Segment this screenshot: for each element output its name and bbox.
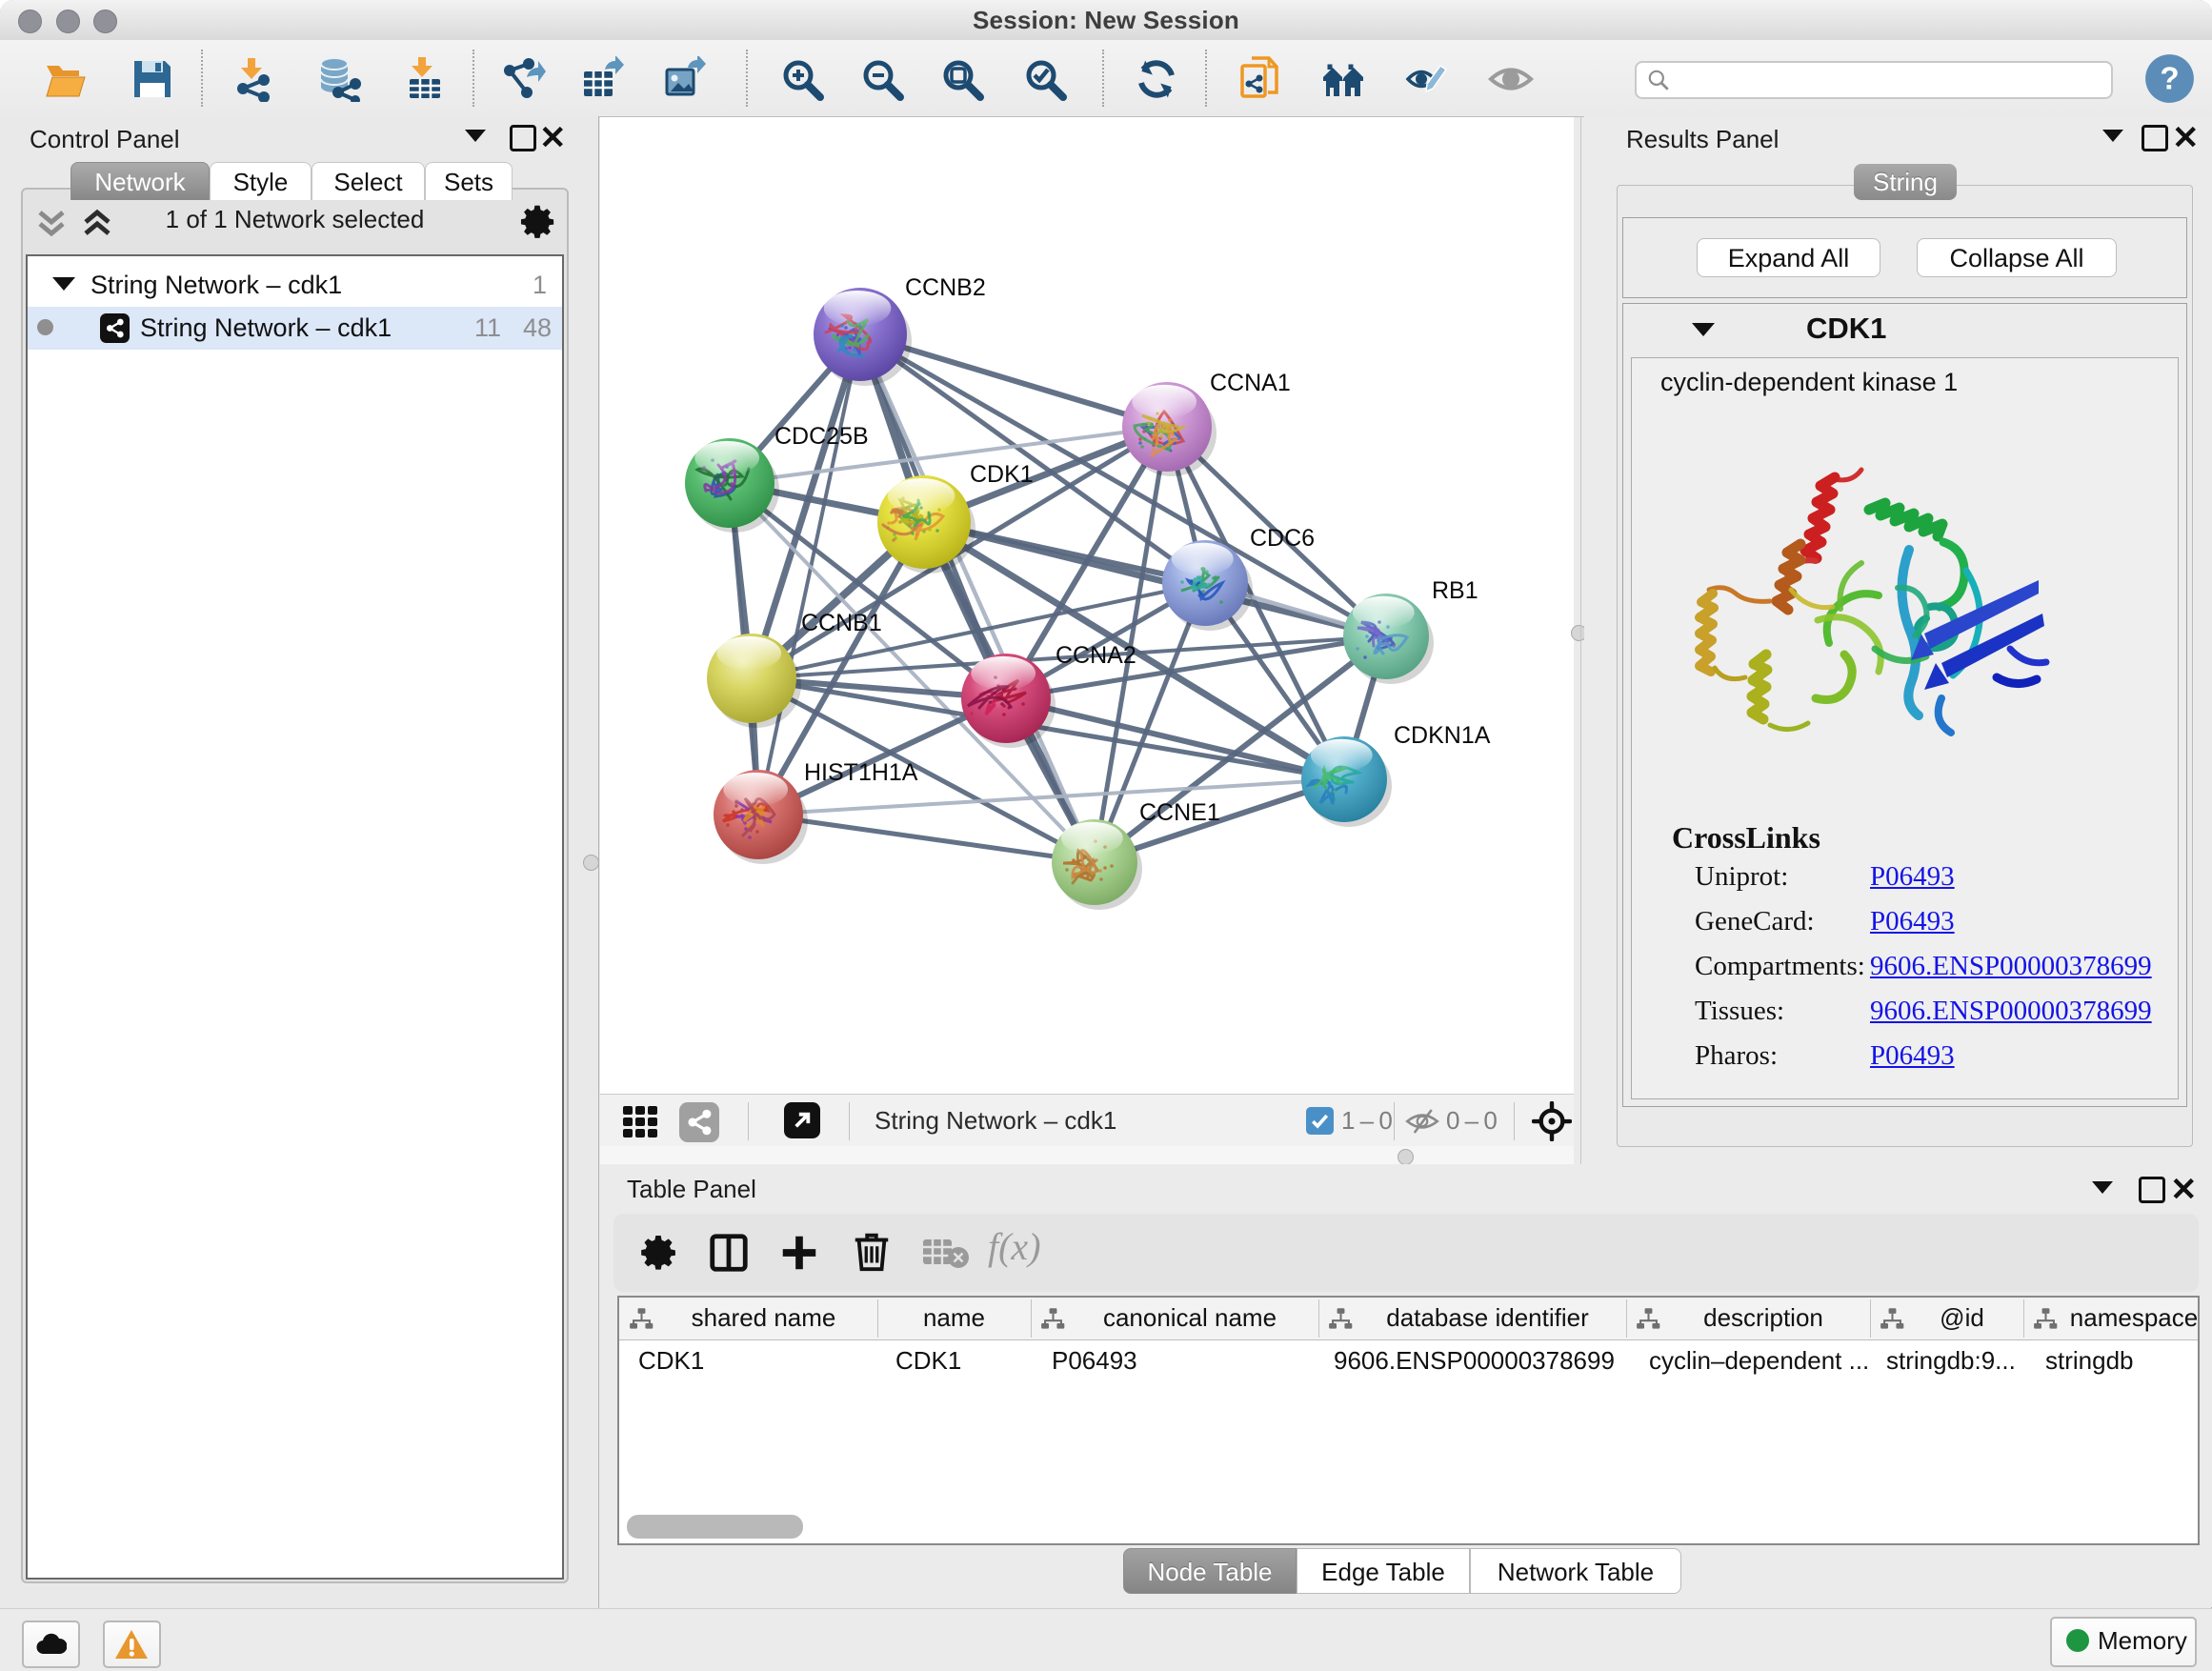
svg-text:CCNA2: CCNA2: [1056, 642, 1136, 669]
svg-text:CCNE1: CCNE1: [1139, 799, 1220, 826]
svg-text:HIST1H1A: HIST1H1A: [804, 759, 918, 786]
svg-text:RB1: RB1: [1432, 577, 1478, 604]
svg-text:CCNB2: CCNB2: [905, 274, 986, 301]
svg-text:CDC25B: CDC25B: [774, 423, 869, 450]
svg-text:CCNB1: CCNB1: [801, 610, 882, 636]
svg-text:CDKN1A: CDKN1A: [1394, 722, 1491, 749]
svg-text:CDC6: CDC6: [1250, 525, 1315, 552]
svg-text:CCNA1: CCNA1: [1210, 370, 1291, 396]
svg-text:CDK1: CDK1: [970, 461, 1034, 488]
svg-text:?: ?: [2160, 62, 2179, 97]
